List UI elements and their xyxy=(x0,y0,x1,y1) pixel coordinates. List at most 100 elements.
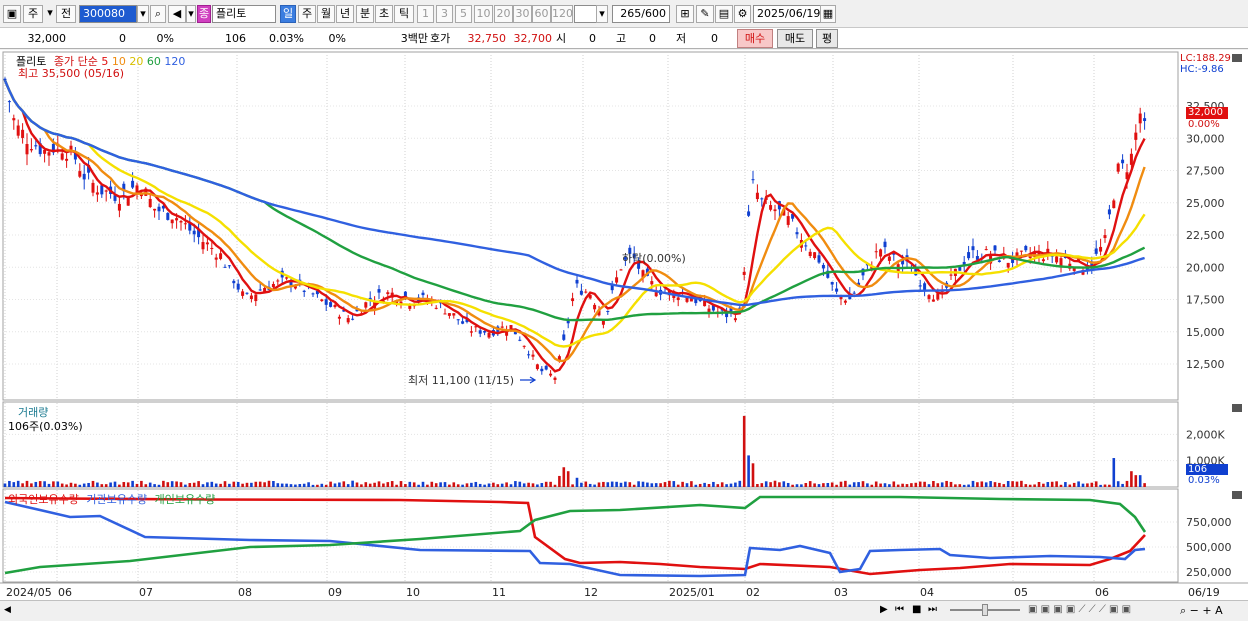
volume-bar xyxy=(390,481,394,487)
candle-body xyxy=(1041,259,1045,262)
volume-bar xyxy=(1086,483,1089,487)
candle-body xyxy=(773,209,777,212)
period-day[interactable]: 일 xyxy=(280,5,296,23)
volume-bar xyxy=(659,483,662,487)
interval-60[interactable]: 60 xyxy=(532,5,551,23)
stop-icon[interactable]: ■ xyxy=(912,604,924,618)
volume-bar xyxy=(395,484,398,487)
candle-body xyxy=(100,185,104,195)
draw-tool-icon[interactable]: ✎ xyxy=(696,5,714,23)
date-input[interactable]: 2025/06/19 xyxy=(753,5,823,23)
panel-close-icon-1 xyxy=(1232,54,1242,62)
candle-body xyxy=(166,212,170,220)
layout-icons[interactable]: ▣ ▣ ▣ ▣ ⟋ ⟋ ⟋ ▣ ▣ xyxy=(1028,604,1131,615)
interval-3[interactable]: 3 xyxy=(436,5,453,23)
sell-button[interactable]: 매도 xyxy=(777,29,813,48)
candle-body xyxy=(65,158,69,161)
volume-bar xyxy=(615,481,618,487)
volume-bar xyxy=(874,481,878,487)
calendar-icon[interactable]: ▦ xyxy=(820,5,836,23)
period-tick[interactable]: 틱 xyxy=(394,5,414,23)
volume-bar xyxy=(571,484,574,487)
interval-5[interactable]: 5 xyxy=(455,5,472,23)
first-bar-icon[interactable]: ⏮ xyxy=(895,604,909,618)
volume-tag-pct: 0.03% xyxy=(1188,475,1220,486)
panel-close-icon-2 xyxy=(1232,404,1242,412)
candle-body xyxy=(469,331,473,333)
interval-30[interactable]: 30 xyxy=(513,5,532,23)
stock-code-input[interactable]: 300080 xyxy=(79,5,137,23)
period-second[interactable]: 초 xyxy=(375,5,393,23)
speaker-dropdown-icon[interactable]: ▾ xyxy=(186,5,196,23)
volume-bar xyxy=(531,483,535,487)
volume-bar xyxy=(681,481,684,487)
dropdown-arrow-icon[interactable]: ▾ xyxy=(45,5,55,23)
zoom-slider-handle[interactable] xyxy=(982,604,988,616)
volume-bar xyxy=(716,484,720,487)
volume-bar xyxy=(584,481,588,487)
x-axis-label: 08 xyxy=(238,586,252,599)
search-icon[interactable]: ⌕ xyxy=(150,5,166,23)
volume-bar xyxy=(500,483,504,487)
volume-bar xyxy=(672,481,676,487)
volume-bar xyxy=(386,482,390,487)
volume-bar xyxy=(641,481,645,487)
prev-button[interactable]: 전 xyxy=(56,5,76,23)
code-dropdown-icon[interactable]: ▾ xyxy=(137,5,149,23)
volume-bar xyxy=(426,484,429,487)
period-week[interactable]: 주 xyxy=(298,5,316,23)
period-month[interactable]: 월 xyxy=(317,5,335,23)
candle-body xyxy=(249,295,253,299)
stock-name-field[interactable]: 플리토 xyxy=(212,5,276,23)
bar-count-field[interactable]: 265/600 xyxy=(612,5,670,23)
candle-body xyxy=(210,247,214,249)
low-note: 최저 11,100 (11/15) xyxy=(408,374,515,387)
buy-button[interactable]: 매수 xyxy=(737,29,773,48)
candle-body xyxy=(1138,113,1142,124)
period-selector[interactable]: 주 xyxy=(23,5,43,23)
period-minute[interactable]: 분 xyxy=(356,5,374,23)
volume-bar xyxy=(971,480,975,487)
gear-icon[interactable]: ⚙ xyxy=(734,5,751,23)
volume-bar xyxy=(720,482,724,487)
scroll-right-icon[interactable]: ▶ xyxy=(880,604,892,618)
volume-bar xyxy=(412,482,416,487)
pct-tag: 0.00% xyxy=(1188,119,1220,130)
speaker-icon[interactable]: ◀ xyxy=(168,5,186,23)
zoom-icons[interactable]: ⌕ − + A xyxy=(1180,604,1223,618)
volume-subtitle: 106주(0.03%) xyxy=(8,420,83,433)
candle-body xyxy=(879,249,883,257)
volume-bar xyxy=(619,482,623,487)
scroll-left-icon[interactable]: ◀ xyxy=(4,605,14,617)
candle-body xyxy=(214,257,218,260)
interval-120[interactable]: 120 xyxy=(551,5,573,23)
last-bar-icon[interactable]: ⏭ xyxy=(928,604,942,618)
candle-body xyxy=(324,299,328,305)
custom-interval-dropdown-icon[interactable]: ▾ xyxy=(596,5,608,23)
candle-body xyxy=(500,326,504,328)
interval-10[interactable]: 10 xyxy=(474,5,493,23)
interval-1[interactable]: 1 xyxy=(417,5,434,23)
volume-bar xyxy=(30,483,33,487)
candle-body xyxy=(579,290,583,295)
chart-canvas[interactable]: 2024/05 06 07 08 09 10 11 12 2025/01 02 03 04 05 06 06… xyxy=(0,50,1248,600)
candle-body xyxy=(1006,262,1010,268)
volume-bar xyxy=(888,484,891,487)
window-icon[interactable]: ▣ xyxy=(3,5,21,23)
volume-bar xyxy=(60,483,64,487)
candle-body xyxy=(1112,200,1116,209)
volume-bar xyxy=(945,480,948,487)
chart-navigation-bar: ◀ ▶ ⏮ ■ ⏭ ▣ ▣ ▣ ▣ ⟋ ⟋ ⟋ ▣ ▣ ⌕ − + A xyxy=(0,600,1248,621)
candle-body xyxy=(329,302,333,307)
candle-body xyxy=(245,292,249,294)
crosshair-icon[interactable]: ⊞ xyxy=(676,5,694,23)
volume-bar xyxy=(280,483,284,487)
save-icon[interactable]: ▤ xyxy=(715,5,733,23)
chart-area[interactable]: 2024/05 06 07 08 09 10 11 12 2025/01 02 03 04 05 06 06… xyxy=(0,50,1248,600)
volume-bar xyxy=(514,481,517,487)
interval-20[interactable]: 20 xyxy=(494,5,513,23)
period-year[interactable]: 년 xyxy=(336,5,354,23)
eval-button[interactable]: 평 xyxy=(816,29,838,48)
volume-bar xyxy=(936,483,940,487)
volume-bar xyxy=(1143,483,1146,487)
